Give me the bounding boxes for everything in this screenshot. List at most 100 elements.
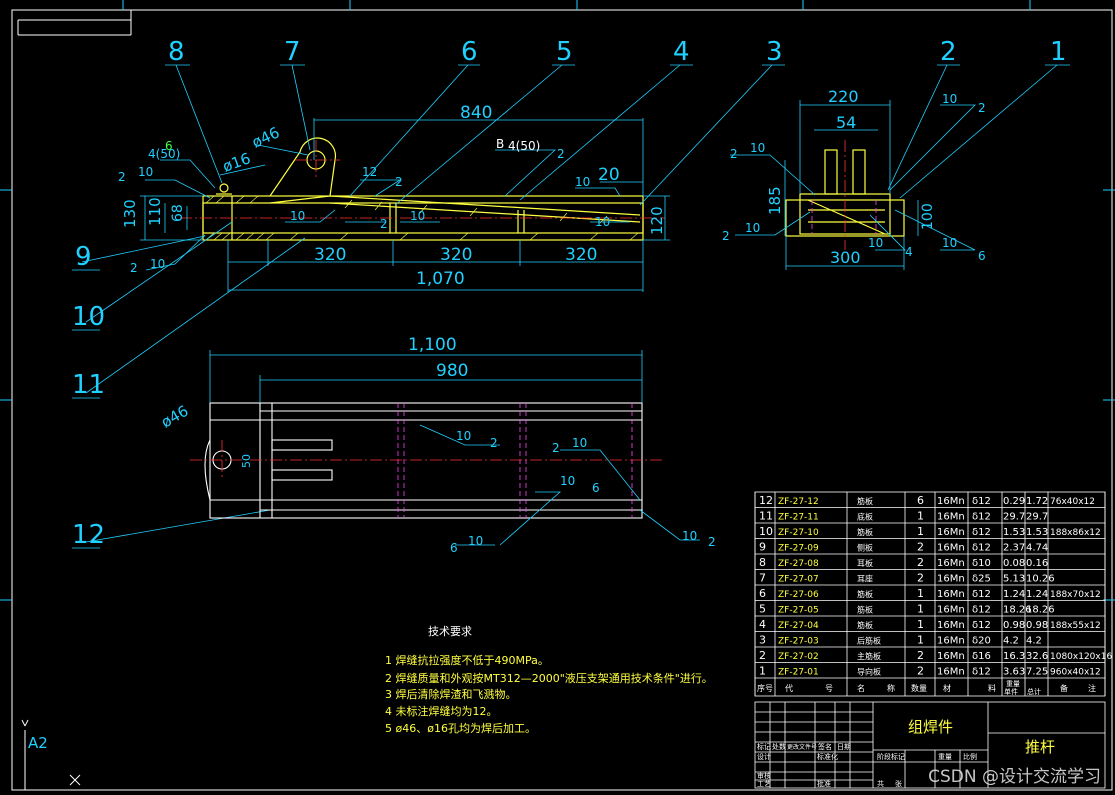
balloon-7: 7 [284,37,301,67]
bom-row-qty: 2 [917,572,924,585]
bom-row-total-weight: 1.72 [1026,496,1048,507]
top-view-centerline [190,440,665,480]
bom-row-spec: δ12 [972,496,991,507]
tb-label: 重量 [938,753,952,761]
top-view-body [204,402,643,519]
bom-row-material: 16Mn [937,496,965,507]
bom-row-qty: 1 [917,618,924,631]
bom-row-name: 耳座 [857,574,873,584]
bom-row-name: 筋板 [857,496,873,506]
bom-header: 总计 [1027,687,1041,696]
bom-row-material: 16Mn [937,589,965,600]
bom-row-unit-weight: 0.29 [1003,496,1025,507]
drawing-name: 组焊件 [908,718,953,736]
dim-185: 185 [766,186,784,215]
bom-row-material: 16Mn [937,636,965,647]
bom-header: 名 [857,683,865,693]
bom-row-no: 8 [759,556,766,569]
ucs-icon [21,719,81,791]
tb-label: 设计 [757,752,771,761]
weld-label: 10 [468,534,483,548]
bom-row-unit-weight: 29.7 [1003,512,1025,523]
bom-row-material: 16Mn [937,543,965,554]
dim-1100: 1,100 [408,335,457,355]
bom-row-name: 底板 [857,512,873,522]
bom-row-name: 筋板 [857,620,873,630]
weld-label: 2 [130,261,138,275]
bom-row-spec: δ16 [972,651,991,662]
bom-row-code: ZF-27-05 [778,606,819,616]
weld-label: 2 [395,175,403,189]
bom-row-total-weight: 0.16 [1026,558,1048,569]
bom-row-code: ZF-27-06 [778,590,819,600]
bom-row-total-weight: 10.26 [1026,574,1055,585]
tb-label: 标记 [757,742,771,751]
bom-row-no: 7 [759,572,766,585]
bom-row-unit-weight: 1.53 [1003,527,1025,538]
weld-label: 2 [118,170,126,184]
side-view-hidden [811,200,877,234]
bom-row-qty: 1 [917,634,924,647]
bom-row-code: ZF-27-12 [778,497,819,507]
top-view: 1,100 980 ø46 50 10 2 2 10 10 6 6 10 10 … [158,335,716,555]
dim-130: 130 [121,199,139,228]
bom-row-total-weight: 0.98 [1026,620,1048,631]
bom-header: 注 [1088,683,1096,693]
bom-row-unit-weight: 3.63 [1003,667,1025,678]
weld-label: 4(50) [508,139,540,153]
tb-label: 更改文件号 [787,743,817,751]
weld-label: 10 [868,236,883,250]
dim-54: 54 [836,113,856,132]
bom-row-no: 4 [759,618,766,631]
weld-label: 10 [682,529,697,543]
bom-row-total-weight: 1.53 [1026,527,1048,538]
bom-row-no: 3 [759,634,766,647]
bom-row-material: 16Mn [937,512,965,523]
dim-68: 68 [170,204,186,222]
weld-label: 10 [575,175,590,189]
balloon-6: 6 [461,37,478,67]
bom-header: 重量 [1006,680,1020,688]
dim-120: 120 [648,206,666,235]
bom-header: 序号 [757,683,773,693]
weld-label: 2 [552,441,560,455]
bom-row-material: 16Mn [937,651,965,662]
bom-row-material: 16Mn [937,574,965,585]
front-view: 840 130 110 68 20 120 320 320 320 1,070 … [118,103,670,292]
dim-320-a: 320 [314,245,346,265]
note-4: 4 未标注焊缝均为12。 [385,704,498,718]
bom-row-code: ZF-27-10 [778,528,819,538]
tb-label: 张 [895,779,902,788]
bom-row-code: ZF-27-11 [778,513,819,523]
bom-row-no: 11 [759,510,773,523]
bom-row-code: ZF-27-09 [778,544,819,554]
tb-label: 共 [877,779,884,788]
bom-row-spec: δ25 [972,574,991,585]
dim-phi46: ø46 [249,123,282,151]
bom-row-spec: δ12 [972,512,991,523]
dim-phi16: ø16 [220,149,253,176]
bom-row-no: 12 [759,494,773,507]
bom-row-note: 188x70x12 [1050,590,1101,600]
weld-label: 10 [456,429,471,443]
weld-label: 2 [708,535,716,549]
bom-header: 数量 [911,683,927,693]
bom-row-total-weight: 4.2 [1026,636,1042,647]
dim-320-b: 320 [440,245,472,265]
bom-row-name: 筋板 [857,589,873,599]
bom-row-code: ZF-27-08 [778,559,819,569]
balloon-1: 1 [1050,37,1067,67]
bom-row-note: 1080x120x16 [1050,652,1112,662]
weld-label: 10 [290,209,305,223]
cad-drawing-canvas[interactable]: A2 840 130 110 68 20 120 320 320 320 1,0… [0,0,1115,795]
weld-label: 6 [165,139,173,153]
bom-row-code: ZF-27-07 [778,575,819,585]
bom-row-qty: 2 [917,541,924,554]
tb-label: 日期 [837,743,851,751]
tb-label: 审核 [757,771,771,780]
bom-row-no: 9 [759,541,766,554]
weld-label: 10 [595,215,610,229]
bom-header: 号 [825,684,833,693]
bom-row-material: 16Mn [937,620,965,631]
bom-row-name: 后筋板 [857,636,881,646]
